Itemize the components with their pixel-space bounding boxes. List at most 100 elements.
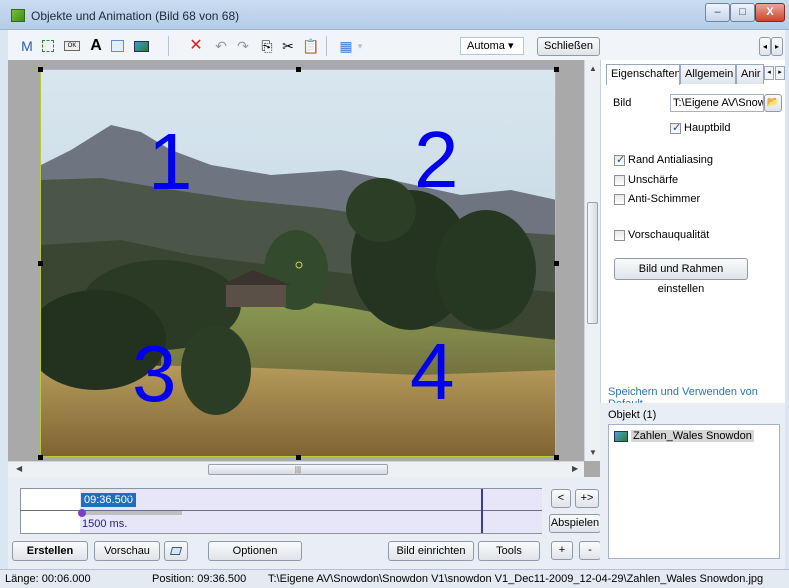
preview-quality-label: Vorschauqualität (628, 229, 710, 241)
horizontal-scrollbar[interactable]: ◀ ||| ▶ (8, 461, 584, 477)
frame-settings-button[interactable]: Bild und Rahmen einstellen (614, 258, 748, 295)
rectangle-tool-icon[interactable] (40, 38, 56, 54)
preview-quality-check-icon (614, 229, 625, 241)
horizontal-scroll-thumb[interactable]: ||| (208, 464, 388, 475)
ok-button-icon-label: OK (64, 41, 80, 51)
scroll-left-icon[interactable]: ◀ (16, 464, 22, 473)
resize-handle[interactable] (38, 455, 43, 460)
status-bar: Länge: 00:06.000 Position: 09:36.500 T:\… (0, 569, 789, 588)
rand-antialiasing-label: Rand Antialiasing (628, 154, 714, 166)
setup-image-button[interactable]: Bild einrichten (388, 541, 474, 561)
main-image-label: Hauptbild (684, 122, 731, 134)
tab-general[interactable]: Allgemein (680, 64, 736, 84)
window-title: Objekte und Animation (Bild 68 von 68) (31, 9, 240, 23)
window-icon (169, 547, 183, 555)
main-image-check-icon (670, 121, 681, 134)
tools-button[interactable]: Tools (478, 541, 540, 561)
duration-bar (82, 511, 182, 515)
resize-handle[interactable] (296, 67, 301, 72)
tab-properties[interactable]: Eigenschaften (606, 64, 680, 85)
maximize-button[interactable]: □ (730, 3, 755, 22)
timeline-end-marker[interactable] (481, 489, 483, 533)
overlay-number-3: 3 (132, 329, 177, 418)
close-button[interactable]: Schließen (537, 37, 600, 56)
preview-quality-checkbox[interactable]: Vorschauqualität (614, 229, 709, 241)
blur-label: Unschärfe (628, 174, 679, 186)
grid-dropdown-icon[interactable]: ▾ (355, 38, 365, 54)
resize-handle[interactable] (554, 455, 559, 460)
object-name: Zahlen_Wales Snowdon (631, 430, 754, 442)
resize-handle[interactable] (38, 67, 43, 72)
scroll-up-icon[interactable]: ▲ (589, 64, 597, 73)
redo-icon[interactable]: ↷ (236, 38, 250, 54)
toolbar-separator (168, 36, 169, 56)
scroll-down-icon[interactable]: ▼ (589, 448, 597, 457)
timeline-next-button[interactable]: +> (575, 489, 599, 508)
blur-check-icon (614, 174, 625, 186)
anti-flicker-checkbox[interactable]: Anti-Schimmer (614, 193, 700, 205)
frame-tool-icon[interactable] (110, 38, 126, 54)
resize-handle[interactable] (38, 261, 43, 266)
options-button[interactable]: Optionen (208, 541, 302, 561)
close-window-button[interactable]: X (755, 3, 785, 22)
status-length: Länge: 00:06.000 (5, 573, 91, 585)
m-tool-icon[interactable]: M (20, 38, 34, 54)
scroll-right-icon[interactable]: ▶ (572, 464, 578, 473)
create-button[interactable]: Erstellen (12, 541, 88, 561)
mode-select[interactable]: Automa ▾ (460, 37, 524, 55)
keyframe-pin-icon[interactable] (78, 509, 86, 517)
rand-antialiasing-check-icon (614, 153, 625, 166)
window-icon-button[interactable] (164, 541, 188, 561)
image-object-icon (614, 430, 628, 442)
snowdon-photo[interactable] (40, 69, 556, 457)
overlay-number-4: 4 (410, 327, 455, 416)
preview-button[interactable]: Vorschau (94, 541, 160, 561)
copy-icon[interactable]: ⎘ (260, 38, 274, 54)
play-button[interactable]: Abspielen (549, 514, 601, 533)
overlay-number-1: 1 (148, 117, 193, 206)
object-list-item[interactable]: Zahlen_Wales Snowdon (614, 430, 754, 442)
toolbar: M OK A ✕ ↶ ↷ ⎘ ✂ 📋 ▦ ▾ Automa ▾ Schließe… (8, 30, 785, 60)
vertical-scroll-thumb[interactable] (587, 202, 598, 324)
status-path: T:\Eigene AV\Snowdon\Snowdon V1\snowdon … (268, 573, 764, 585)
blur-checkbox[interactable]: Unschärfe (614, 174, 678, 186)
resize-handle[interactable] (296, 455, 301, 460)
resize-handle[interactable] (554, 67, 559, 72)
image-tool-icon[interactable] (133, 38, 151, 54)
cut-icon[interactable]: ✂ (281, 38, 295, 54)
remove-button[interactable]: - (579, 541, 601, 560)
vertical-scrollbar[interactable]: ▲ ▼ (584, 60, 600, 461)
tab-scroll-left-icon[interactable]: ◂ (764, 66, 774, 80)
main-image-checkbox[interactable]: Hauptbild (670, 121, 731, 134)
grid-icon[interactable]: ▦ (338, 38, 354, 54)
text-tool-icon[interactable]: A (88, 38, 104, 54)
anti-flicker-label: Anti-Schimmer (628, 193, 701, 205)
tab-scroll-right-icon[interactable]: ▸ (775, 66, 785, 80)
timeline-prev-button[interactable]: < (551, 489, 571, 508)
add-keyframe-icon[interactable]: + (126, 492, 132, 504)
tab-animation[interactable]: Anir (736, 64, 764, 84)
delete-icon[interactable]: ✕ (188, 38, 204, 54)
title-bar: Objekte und Animation (Bild 68 von 68) –… (0, 0, 789, 30)
browse-folder-icon[interactable]: 📂 (764, 94, 782, 112)
add-button[interactable]: + (551, 541, 573, 560)
app-icon (11, 9, 25, 22)
object-list[interactable] (608, 424, 780, 559)
button-tool-icon[interactable]: OK (63, 38, 81, 54)
paste-icon[interactable]: 📋 (302, 38, 319, 54)
next-icon[interactable]: ▸ (771, 37, 783, 56)
prev-icon[interactable]: ◂ (759, 37, 771, 56)
status-position: Position: 09:36.500 (152, 573, 247, 585)
object-header: Objekt (1) (608, 409, 657, 421)
anti-flicker-check-icon (614, 193, 625, 205)
image-label: Bild (613, 97, 632, 109)
resize-handle[interactable] (554, 261, 559, 266)
image-path-field[interactable]: T:\Eigene AV\Snowc (670, 94, 764, 112)
undo-icon[interactable]: ↶ (214, 38, 228, 54)
rand-antialiasing-checkbox[interactable]: Rand Antialiasing (614, 153, 714, 166)
toolbar-separator (326, 36, 327, 56)
keyframe-duration: 1500 ms. (82, 518, 128, 530)
landscape-image (41, 70, 555, 456)
overlay-number-2: 2 (414, 115, 459, 204)
minimize-button[interactable]: – (705, 3, 730, 22)
